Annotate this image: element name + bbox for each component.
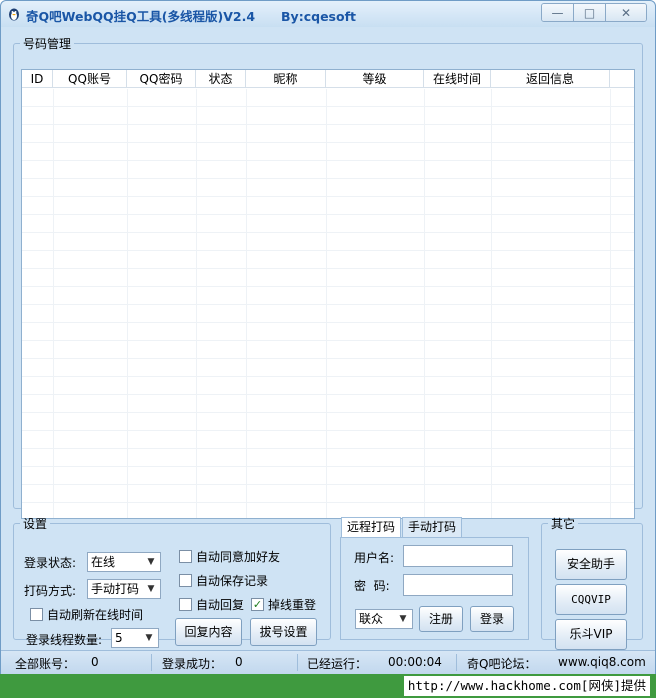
column-header-nickname[interactable]: 昵称 <box>246 70 326 88</box>
captcha-mode-value: 手动打码 <box>91 582 140 596</box>
username-label: 用户名: <box>354 551 395 565</box>
account-management-group: 号码管理 ID QQ账号 QQ密码 状态 昵称 等级 在线时间 返回信息 <box>13 35 643 519</box>
account-table-body <box>22 89 634 518</box>
captcha-tabs: 远程打码 手动打码 <box>341 517 463 538</box>
checkbox-box <box>179 574 192 587</box>
dial-settings-button[interactable]: 拔号设置 <box>250 618 317 646</box>
login-status-select[interactable]: 在线 ▼ <box>87 552 161 572</box>
column-divider <box>424 89 425 518</box>
watermark-text: http://www.hackhome.com[网侠]提供 <box>403 676 650 696</box>
password-input[interactable] <box>403 574 513 596</box>
column-header-level[interactable]: 等级 <box>326 70 424 88</box>
minimize-button[interactable]: — <box>542 4 574 21</box>
minimize-icon: — <box>551 5 564 20</box>
column-divider <box>246 89 247 518</box>
auto-accept-friend-checkbox[interactable]: 自动同意加好友 <box>179 548 280 565</box>
settings-group: 设置 登录状态: 在线 ▼ 打码方式: 手动打码 ▼ 自动刷新在线时间 登录线程… <box>13 515 331 648</box>
auto-reply-label: 自动回复 <box>196 598 245 612</box>
window-controls: — □ ✕ <box>541 3 647 22</box>
auto-refresh-checkbox[interactable]: 自动刷新在线时间 <box>30 606 143 623</box>
chevron-down-icon: ▼ <box>145 633 153 643</box>
footer-strip: http://www.hackhome.com[网侠]提供 <box>0 674 656 698</box>
main-window: 奇Q吧WebQQ挂Q工具(多线程版)V2.4 By:cqesoft — □ ✕ 号… <box>0 0 656 674</box>
login-success-label: 登录成功： <box>162 657 223 671</box>
column-divider <box>610 89 611 518</box>
column-divider <box>196 89 197 518</box>
chevron-down-icon: ▼ <box>399 614 407 624</box>
reply-content-button[interactable]: 回复内容 <box>175 618 242 646</box>
status-separator <box>456 654 457 671</box>
captcha-mode-select[interactable]: 手动打码 ▼ <box>87 579 161 599</box>
auto-refresh-label: 自动刷新在线时间 <box>47 608 144 622</box>
account-management-legend: 号码管理 <box>23 37 72 51</box>
close-button[interactable]: ✕ <box>606 4 646 21</box>
column-divider <box>53 89 54 518</box>
column-header-status[interactable]: 状态 <box>196 70 246 88</box>
window-author: By:cqesoft <box>281 9 356 24</box>
column-divider <box>326 89 327 518</box>
other-legend: 其它 <box>551 517 576 531</box>
account-table[interactable]: ID QQ账号 QQ密码 状态 昵称 等级 在线时间 返回信息 <box>21 69 635 519</box>
ledou-vip-button[interactable]: 乐斗VIP <box>555 619 627 650</box>
title-bar[interactable]: 奇Q吧WebQQ挂Q工具(多线程版)V2.4 By:cqesoft — □ ✕ <box>1 1 655 27</box>
auto-accept-friend-label: 自动同意加好友 <box>196 550 281 564</box>
maximize-icon: □ <box>583 5 596 20</box>
forum-label: 奇Q吧论坛： <box>467 657 537 671</box>
checkmark-icon: ✓ <box>251 598 264 611</box>
other-group: 其它 安全助手 CQQVIP 乐斗VIP <box>541 515 643 650</box>
column-divider <box>491 89 492 518</box>
column-header-return-info[interactable]: 返回信息 <box>491 70 610 88</box>
security-assistant-button[interactable]: 安全助手 <box>555 549 627 580</box>
status-separator <box>151 654 152 671</box>
total-accounts-label: 全部账号： <box>15 657 76 671</box>
login-success-value: 0 <box>235 655 243 669</box>
close-icon: ✕ <box>620 5 632 20</box>
password-label: 密 码: <box>354 579 390 593</box>
reconnect-checkbox[interactable]: ✓ 掉线重登 <box>251 596 316 613</box>
login-button[interactable]: 登录 <box>470 606 514 632</box>
thread-count-select[interactable]: 5 ▼ <box>111 628 159 648</box>
checkbox-box <box>179 550 192 563</box>
thread-count-value: 5 <box>115 631 123 645</box>
column-header-qq-password[interactable]: QQ密码 <box>127 70 196 88</box>
auto-save-log-label: 自动保存记录 <box>196 574 269 588</box>
maximize-button[interactable]: □ <box>574 4 606 21</box>
column-header-id[interactable]: ID <box>22 70 53 88</box>
runtime-value: 00:00:04 <box>388 655 442 669</box>
app-penguin-icon <box>9 8 19 21</box>
column-header-online-time[interactable]: 在线时间 <box>424 70 491 88</box>
tab-manual-captcha[interactable]: 手动打码 <box>402 517 463 537</box>
remote-captcha-panel: 用户名: 密 码: 联众 ▼ 注册 登录 <box>340 537 529 640</box>
login-status-value: 在线 <box>91 555 116 569</box>
column-header-qq-account[interactable]: QQ账号 <box>53 70 127 88</box>
checkbox-box <box>30 608 43 621</box>
window-title: 奇Q吧WebQQ挂Q工具(多线程版)V2.4 By:cqesoft <box>26 6 356 25</box>
captcha-mode-label: 打码方式: <box>24 584 77 598</box>
auto-reply-checkbox[interactable]: 自动回复 <box>179 596 244 613</box>
account-table-header: ID QQ账号 QQ密码 状态 昵称 等级 在线时间 返回信息 <box>22 70 634 88</box>
status-separator <box>297 654 298 671</box>
chevron-down-icon: ▼ <box>147 584 155 594</box>
column-divider <box>127 89 128 518</box>
login-status-label: 登录状态: <box>24 556 77 570</box>
provider-select[interactable]: 联众 ▼ <box>355 609 413 629</box>
thread-count-label: 登录线程数量: <box>26 633 103 647</box>
settings-legend: 设置 <box>23 517 48 531</box>
provider-value: 联众 <box>359 612 384 626</box>
auto-save-log-checkbox[interactable]: 自动保存记录 <box>179 572 268 589</box>
cqqvip-button[interactable]: CQQVIP <box>555 584 627 615</box>
username-input[interactable] <box>403 545 513 567</box>
total-accounts-value: 0 <box>91 655 99 669</box>
chevron-down-icon: ▼ <box>147 557 155 567</box>
forum-link[interactable]: www.qiq8.com <box>558 655 646 669</box>
checkbox-box <box>179 598 192 611</box>
tab-remote-captcha[interactable]: 远程打码 <box>341 517 402 538</box>
reconnect-label: 掉线重登 <box>268 598 317 612</box>
status-bar: 全部账号： 0 登录成功： 0 已经运行： 00:00:04 奇Q吧论坛： ww… <box>1 650 655 674</box>
register-button[interactable]: 注册 <box>419 606 463 632</box>
window-title-text: 奇Q吧WebQQ挂Q工具(多线程版)V2.4 <box>26 9 256 24</box>
runtime-label: 已经运行： <box>307 657 368 671</box>
